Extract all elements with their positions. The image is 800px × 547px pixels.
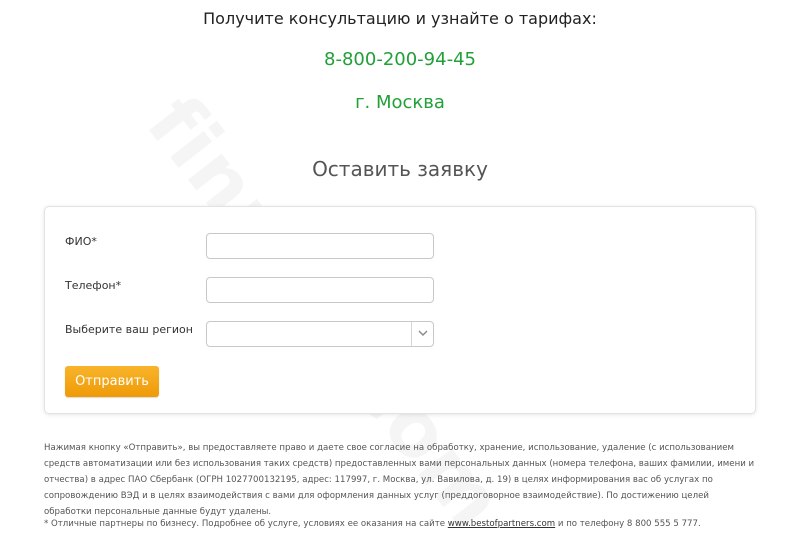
name-label: ФИО* <box>65 235 97 248</box>
submit-button[interactable]: Отправить <box>65 366 159 397</box>
region-label: Выберите ваш регион <box>65 323 193 336</box>
city-name: г. Москва <box>355 92 445 113</box>
consultation-heading: Получите консультацию и узнайте о тарифа… <box>203 9 597 28</box>
name-input[interactable] <box>206 233 434 259</box>
application-form: ФИО* Телефон* Выберите ваш регион Отправ… <box>44 206 756 414</box>
phone-label: Телефон* <box>65 279 122 292</box>
phone-input[interactable] <box>206 277 434 303</box>
form-title: Оставить заявку <box>312 157 488 181</box>
chevron-down-icon <box>418 330 428 336</box>
footnote: * Отличные партнеры по бизнесу. Подробне… <box>44 519 756 529</box>
consent-text: Нажимая кнопку «Отправить», вы предостав… <box>44 443 755 517</box>
region-dropdown-toggle[interactable] <box>411 322 433 346</box>
footnote-suffix: и по телефону 8 800 555 5 777. <box>557 519 701 529</box>
phone-number[interactable]: 8-800-200-94-45 <box>0 49 800 70</box>
partners-link[interactable]: www.bestofpartners.com <box>448 519 555 529</box>
region-select[interactable] <box>206 321 434 347</box>
footnote-prefix: * Отличные партнеры по бизнесу. Подробне… <box>44 519 446 529</box>
